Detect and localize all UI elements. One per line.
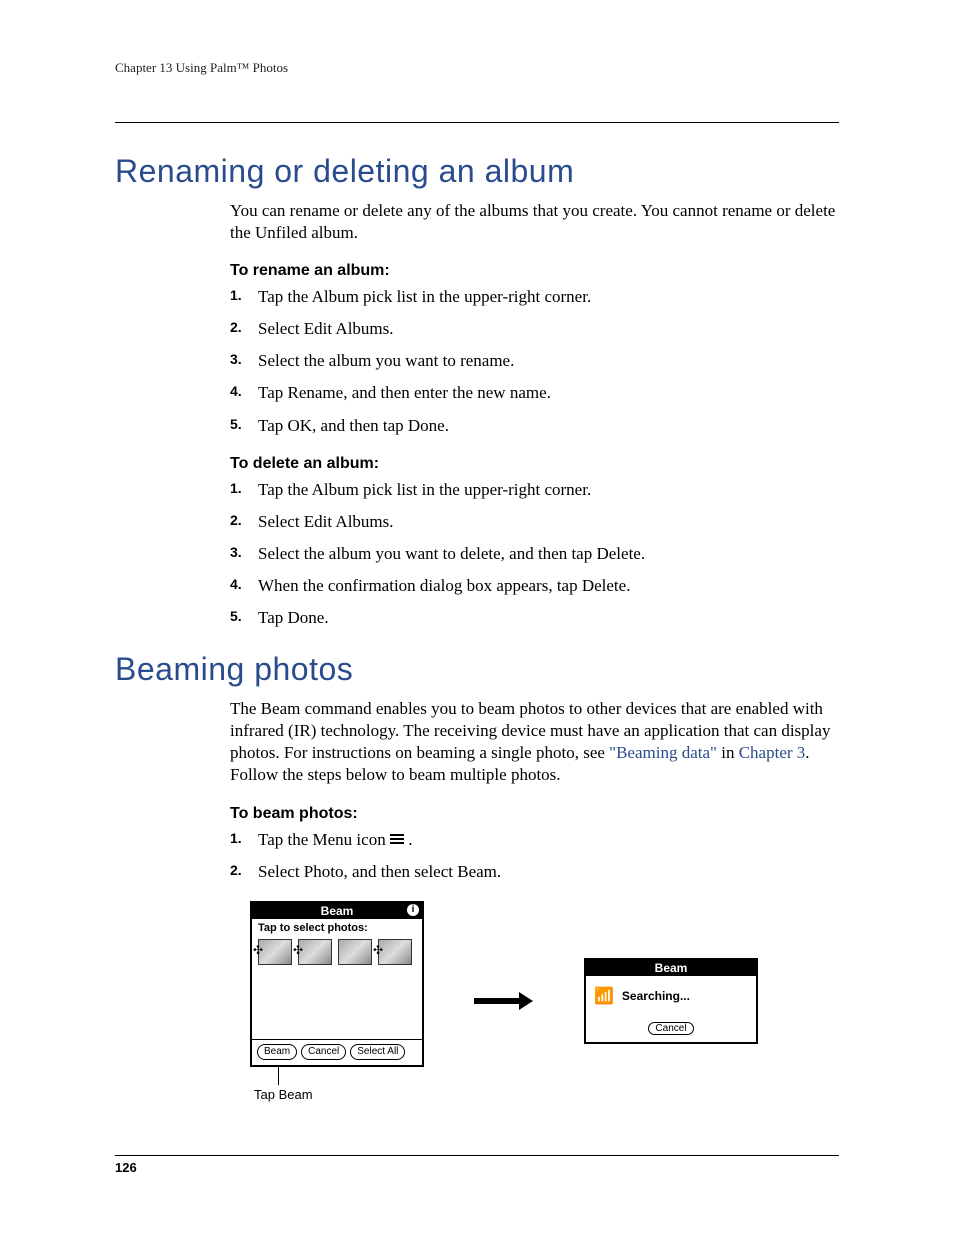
- page-number: 126: [115, 1155, 839, 1175]
- step: Select Edit Albums.: [230, 318, 839, 340]
- subhead-beam: To beam photos:: [230, 805, 839, 823]
- step: Tap the Album pick list in the upper-rig…: [230, 479, 839, 501]
- thumbnail-area: ✣ ✣ ✣: [252, 936, 422, 1039]
- step: Select Photo, and then select Beam.: [230, 861, 839, 883]
- callout-line: [278, 1067, 279, 1085]
- running-head: Chapter 13 Using Palm™ Photos: [115, 60, 839, 82]
- cancel-button: Cancel: [301, 1044, 346, 1060]
- screen-title: Beam: [321, 904, 354, 918]
- header-rule: [115, 122, 839, 123]
- menu-icon: [390, 834, 404, 846]
- screen-button-row: Beam Cancel Select All: [252, 1039, 422, 1065]
- beam-searching-dialog: Beam 📶 Searching... Cancel: [584, 958, 758, 1044]
- dialog-title: Beam: [586, 960, 756, 976]
- figure-row: Beam i Tap to select photos: ✣ ✣ ✣ Beam …: [250, 901, 839, 1102]
- text: in: [717, 743, 739, 762]
- link-beaming-data[interactable]: "Beaming data": [609, 743, 717, 762]
- intro-paragraph: You can rename or delete any of the albu…: [230, 200, 839, 244]
- step: When the confirmation dialog box appears…: [230, 575, 839, 597]
- step: Select Edit Albums.: [230, 511, 839, 533]
- section-heading-beaming: Beaming photos: [115, 651, 839, 688]
- photo-thumbnail: ✣: [298, 939, 332, 965]
- info-icon: i: [407, 904, 419, 916]
- dialog-cancel-button: Cancel: [648, 1022, 693, 1035]
- beaming-intro: The Beam command enables you to beam pho…: [230, 698, 839, 786]
- step: Select the album you want to delete, and…: [230, 543, 839, 565]
- select-all-button: Select All: [350, 1044, 405, 1060]
- step: Tap the Menu icon .: [230, 829, 839, 851]
- figure-left-wrapper: Beam i Tap to select photos: ✣ ✣ ✣ Beam …: [250, 901, 424, 1102]
- photo-thumbnail: [338, 939, 372, 965]
- beam-select-screen: Beam i Tap to select photos: ✣ ✣ ✣ Beam …: [250, 901, 424, 1067]
- callout-tap-beam: Tap Beam: [254, 1087, 424, 1102]
- dialog-status: Searching...: [622, 989, 690, 1003]
- beam-button: Beam: [257, 1044, 297, 1060]
- text: Tap the Menu icon: [258, 830, 390, 849]
- step: Select the album you want to rename.: [230, 350, 839, 372]
- photo-thumbnail: ✣: [378, 939, 412, 965]
- subhead-delete: To delete an album:: [230, 455, 839, 473]
- step: Tap Done.: [230, 607, 839, 629]
- photo-thumbnail: ✣: [258, 939, 292, 965]
- screen-subhead: Tap to select photos:: [252, 919, 422, 936]
- step: Tap Rename, and then enter the new name.: [230, 382, 839, 404]
- screen-titlebar: Beam i: [252, 903, 422, 919]
- arrow-icon: [474, 995, 534, 1007]
- step: Tap OK, and then tap Done.: [230, 415, 839, 437]
- infrared-icon: 📶: [594, 986, 614, 1006]
- step: Tap the Album pick list in the upper-rig…: [230, 286, 839, 308]
- steps-delete: Tap the Album pick list in the upper-rig…: [230, 479, 839, 629]
- steps-beam: Tap the Menu icon . Select Photo, and th…: [230, 829, 839, 883]
- steps-rename: Tap the Album pick list in the upper-rig…: [230, 286, 839, 436]
- subhead-rename: To rename an album:: [230, 262, 839, 280]
- link-chapter-3[interactable]: Chapter 3: [739, 743, 806, 762]
- text: .: [408, 830, 412, 849]
- section-heading-rename-delete: Renaming or deleting an album: [115, 153, 839, 190]
